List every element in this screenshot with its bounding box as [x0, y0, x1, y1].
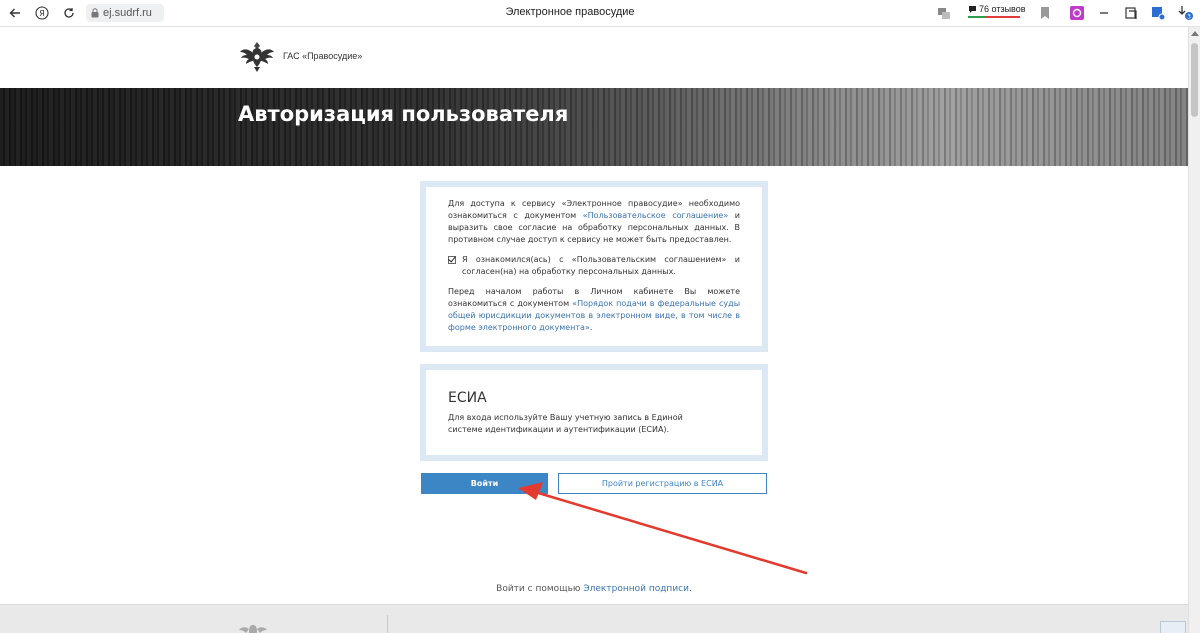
- procedure-text: Перед началом работы в Личном кабинете В…: [448, 286, 740, 334]
- reviews-rating-bar: [968, 16, 1020, 18]
- reviews-widget[interactable]: 76 отзывов: [968, 4, 1026, 14]
- menu-icon[interactable]: [1097, 5, 1111, 19]
- footer-coat-of-arms-icon: [238, 622, 268, 633]
- scroll-up-arrow-icon[interactable]: [1191, 31, 1199, 36]
- signature-prefix: Войти с помощью: [496, 584, 584, 594]
- svg-text:3: 3: [1187, 14, 1191, 21]
- esia-title: ЕСИА: [448, 390, 487, 406]
- esia-card: ЕСИА Для входа используйте Вашу учетную …: [420, 364, 768, 461]
- site-header: ГАС «Правосудие»: [0, 27, 1188, 88]
- page-title: Авторизация пользователя: [238, 102, 569, 126]
- footer-divider: [387, 615, 388, 633]
- extension-icon[interactable]: [1070, 5, 1084, 20]
- consent-label[interactable]: Я ознакомился(ась) с «Пользовательским с…: [462, 254, 740, 278]
- login-button[interactable]: Войти: [421, 473, 548, 494]
- consent-row: Я ознакомился(ась) с «Пользовательским с…: [448, 254, 740, 278]
- browser-toolbar: Я ej.sudrf.ru Электронное правосудие 76 …: [0, 0, 1200, 27]
- brand-name[interactable]: ГАС «Правосудие»: [283, 51, 362, 61]
- comment-icon: [969, 5, 976, 13]
- banner-shade: [0, 88, 1188, 166]
- register-esia-button[interactable]: Пройти регистрацию в ЕСИА: [558, 473, 767, 494]
- esia-description: Для входа используйте Вашу учетную запис…: [448, 413, 683, 434]
- procedure-text-end: .: [589, 323, 593, 332]
- collections-icon[interactable]: [1124, 5, 1138, 19]
- consent-checkbox[interactable]: [448, 256, 456, 264]
- footer: [0, 604, 1188, 633]
- signature-suffix: .: [688, 584, 692, 594]
- profile-icon[interactable]: [1151, 5, 1166, 21]
- scroll-thumb[interactable]: [1191, 43, 1198, 117]
- bookmark-icon[interactable]: [1038, 5, 1052, 19]
- scrollbar[interactable]: [1188, 27, 1200, 633]
- signature-login-text: Войти с помощью Электронной подписи.: [0, 584, 1188, 594]
- reviews-label: 76 отзывов: [979, 4, 1026, 14]
- download-icon[interactable]: 3: [1176, 5, 1193, 21]
- agreement-intro: Для доступа к сервису «Электронное право…: [448, 198, 740, 246]
- corner-widget[interactable]: [1160, 621, 1186, 633]
- page-banner: Авторизация пользователя: [0, 88, 1188, 166]
- user-agreement-link[interactable]: «Пользовательское соглашение»: [583, 211, 728, 220]
- coat-of-arms-icon: [238, 38, 276, 76]
- translate-icon[interactable]: [937, 5, 951, 19]
- digital-signature-link[interactable]: Электронной подписи: [583, 584, 689, 594]
- agreement-card: Для доступа к сервису «Электронное право…: [420, 181, 768, 352]
